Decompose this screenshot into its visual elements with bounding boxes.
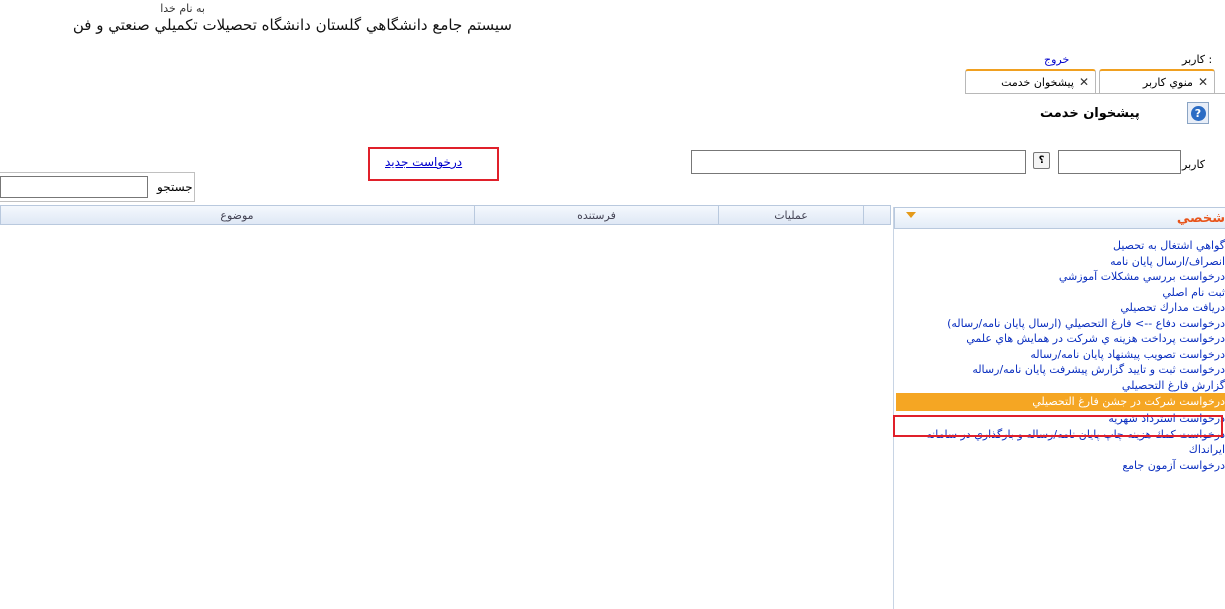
close-icon[interactable]: ✕ [1198,75,1208,89]
sidebar-menu-item[interactable]: انصراف/ارسال پايان نامه [896,254,1225,270]
sidebar-menu-item[interactable]: گواهي اشتغال به تحصيل [896,238,1225,254]
question-mark-icon: ? [1190,105,1206,121]
user-filter-label: كاربر [1182,158,1206,171]
column-blank [863,206,891,224]
requests-grid-header: موضوع فرستنده عمليات [0,205,891,225]
tab-label: منوي كاربر [1142,75,1193,89]
user-code-input[interactable] [1058,150,1181,174]
current-user-label: كاربر : [1182,53,1213,66]
system-title: سيستم جامع دانشگاهي گلستان دانشگاه تحصيل… [72,16,512,34]
tab-label: پيشخوان خدمت [1001,75,1074,89]
search-input[interactable] [0,176,148,198]
personal-panel-header[interactable] [894,207,1225,229]
personal-panel-title: شخصي [1176,211,1225,226]
request-type-list: گواهي اشتغال به تحصيل انصراف/ارسال پايان … [896,238,1225,473]
sidebar-menu-item[interactable]: درخواست آزمون جامع [896,458,1225,474]
help-icon[interactable]: ? [1187,102,1209,124]
new-request-link[interactable]: درخواست جديد [385,155,462,169]
column-subject[interactable]: موضوع [1,206,473,224]
sidebar-menu-item[interactable]: درخواست بررسي مشكلات آموزشي [896,269,1225,285]
tab-user-menu[interactable]: ✕ منوي كاربر [1099,69,1215,93]
bismillah-text: به نام خدا [160,2,205,15]
page-title: پيشخوان خدمت [1040,106,1140,121]
sidebar-menu-item[interactable]: گزارش فارغ التحصيلي [896,378,1225,394]
user-lookup-button[interactable]: ؟ [1033,152,1050,169]
sidebar-menu-item[interactable]: ثبت نام اصلي [896,285,1225,301]
tab-service-counter[interactable]: ✕ پيشخوان خدمت [965,69,1096,93]
highlight-box-selected-item [893,415,1223,437]
sidebar-menu-item[interactable]: درخواست تصويب پيشنهاد پايان نامه/رساله [896,347,1225,363]
search-label: جستجو [157,180,193,194]
sidebar-menu-item[interactable]: درخواست دفاع --> فارغ التحصيلي (ارسال پا… [896,316,1225,332]
sidebar-menu-item[interactable]: درخواست پرداخت هزينه ي شركت در همايش هاي… [896,331,1225,347]
logout-link[interactable]: خروج [1044,53,1069,66]
sidebar-menu-item[interactable]: دريافت مدارك تحصيلي [896,300,1225,316]
tab-strip-divider [965,93,1225,94]
column-sender[interactable]: فرستنده [474,206,718,224]
sidebar-menu-item[interactable]: درخواست ثبت و تاييد گزارش پيشرفت پايان ن… [896,362,1225,378]
sidebar-menu-item[interactable]: درخواست شركت در جشن فارغ التحصيلي [896,393,1225,411]
column-operations[interactable]: عمليات [718,206,863,224]
close-icon[interactable]: ✕ [1079,75,1089,89]
chevron-down-icon[interactable] [906,212,916,218]
user-name-input[interactable] [691,150,1026,174]
